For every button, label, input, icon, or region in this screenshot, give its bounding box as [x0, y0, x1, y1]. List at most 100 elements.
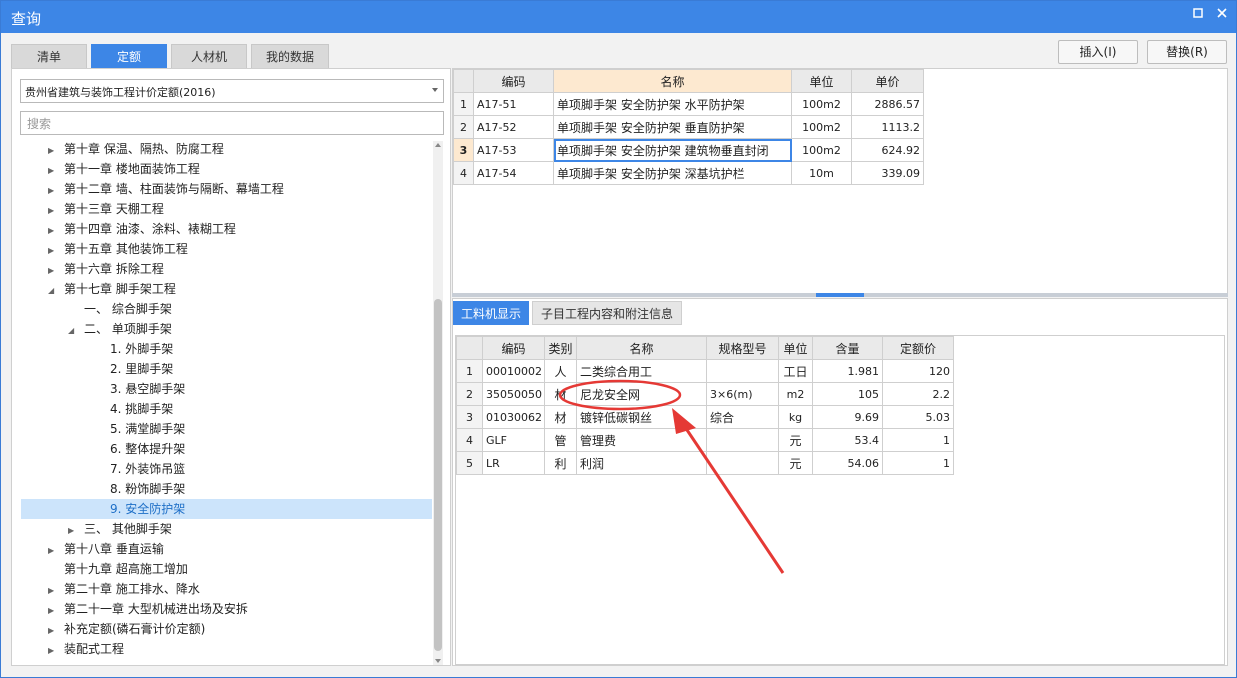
tree-node[interactable]: ▶ 第十章 保温、隔热、防腐工程: [48, 139, 224, 159]
collapse-arrow-icon[interactable]: ◢: [48, 281, 58, 301]
material-name[interactable]: 利润: [576, 451, 707, 475]
splitter-grip-icon[interactable]: [816, 293, 864, 297]
scroll-down-icon[interactable]: [435, 659, 441, 663]
quota-price[interactable]: 339.09: [851, 161, 924, 185]
tree-node[interactable]: ▶ 第十一章 楼地面装饰工程: [48, 159, 200, 179]
material-spec[interactable]: 3×6(m): [706, 382, 779, 406]
table-row[interactable]: 1 00010002 人 二类综合用工 工日 1.981 120: [456, 359, 954, 383]
material-type[interactable]: 人: [544, 359, 577, 383]
tree-node[interactable]: ◢ 第十七章 脚手架工程: [48, 279, 176, 299]
material-code[interactable]: 01030062: [482, 405, 545, 429]
quota-name[interactable]: 单项脚手架 安全防护架 垂直防护架: [553, 115, 792, 139]
expand-arrow-icon[interactable]: ▶: [48, 641, 58, 661]
material-qty[interactable]: 9.69: [812, 405, 883, 429]
column-header[interactable]: 规格型号: [706, 336, 779, 360]
tree-node[interactable]: ◢ 二、 单项脚手架: [68, 319, 172, 339]
tree-node[interactable]: 一、 综合脚手架: [68, 299, 172, 319]
expand-arrow-icon[interactable]: ▶: [48, 201, 58, 221]
quota-unit[interactable]: 100m2: [791, 115, 852, 139]
search-box[interactable]: [20, 111, 444, 135]
quota-price[interactable]: 2886.57: [851, 92, 924, 116]
material-type[interactable]: 管: [544, 428, 577, 452]
tab-qingdan[interactable]: 清单: [11, 44, 87, 68]
material-spec[interactable]: [706, 359, 779, 383]
table-row[interactable]: 2 A17-52 单项脚手架 安全防护架 垂直防护架 100m2 1113.2: [453, 115, 924, 139]
column-header[interactable]: 类别: [544, 336, 577, 360]
tree-node[interactable]: 1. 外脚手架: [88, 339, 173, 359]
column-header[interactable]: 单位: [791, 69, 852, 93]
column-header[interactable]: 定额价: [882, 336, 954, 360]
tree-scrollbar[interactable]: [433, 141, 443, 665]
insert-button[interactable]: 插入(I): [1058, 40, 1138, 64]
material-price[interactable]: 2.2: [882, 382, 954, 406]
tree-node[interactable]: ▶ 第二十一章 大型机械进出场及安拆: [48, 599, 248, 619]
expand-arrow-icon[interactable]: ▶: [48, 181, 58, 201]
expand-arrow-icon[interactable]: ▶: [48, 221, 58, 241]
quota-code[interactable]: A17-53: [473, 138, 554, 162]
material-qty[interactable]: 54.06: [812, 451, 883, 475]
expand-arrow-icon[interactable]: ▶: [48, 261, 58, 281]
table-row[interactable]: 5 LR 利 利润 元 54.06 1: [456, 451, 954, 475]
material-code[interactable]: LR: [482, 451, 545, 475]
table-row[interactable]: 4 A17-54 单项脚手架 安全防护架 深基坑护栏 10m 339.09: [453, 161, 924, 185]
material-name[interactable]: 镀锌低碳钢丝: [576, 405, 707, 429]
tree-node[interactable]: 9. 安全防护架: [21, 499, 432, 519]
collapse-arrow-icon[interactable]: ◢: [68, 321, 78, 341]
tree-node[interactable]: 6. 整体提升架: [88, 439, 185, 459]
material-name[interactable]: 尼龙安全网: [576, 382, 707, 406]
table-row[interactable]: 2 35050050 材 尼龙安全网 3×6(m) m2 105 2.2: [456, 382, 954, 406]
scrollbar-thumb[interactable]: [434, 299, 442, 651]
table-row[interactable]: 3 01030062 材 镀锌低碳钢丝 综合 kg 9.69 5.03: [456, 405, 954, 429]
material-price[interactable]: 1: [882, 451, 954, 475]
tree-node[interactable]: 3. 悬空脚手架: [88, 379, 185, 399]
tab-rencaiji[interactable]: 人材机: [171, 44, 247, 68]
quota-unit[interactable]: 10m: [791, 161, 852, 185]
material-spec[interactable]: [706, 451, 779, 475]
material-name[interactable]: 二类综合用工: [576, 359, 707, 383]
scroll-up-icon[interactable]: [435, 143, 441, 147]
quota-name[interactable]: 单项脚手架 安全防护架 水平防护架: [553, 92, 792, 116]
tree-node[interactable]: 5. 满堂脚手架: [88, 419, 185, 439]
tree-node[interactable]: ▶ 装配式工程: [48, 639, 124, 659]
tree-node[interactable]: ▶ 第二十章 施工排水、降水: [48, 579, 200, 599]
expand-arrow-icon[interactable]: ▶: [48, 601, 58, 621]
material-unit[interactable]: 元: [778, 428, 813, 452]
material-unit[interactable]: kg: [778, 405, 813, 429]
material-type[interactable]: 材: [544, 382, 577, 406]
quota-code[interactable]: A17-54: [473, 161, 554, 185]
tree-node[interactable]: ▶ 三、 其他脚手架: [68, 519, 172, 539]
column-header[interactable]: 名称: [576, 336, 707, 360]
material-unit[interactable]: 工日: [778, 359, 813, 383]
tree-node[interactable]: 8. 粉饰脚手架: [88, 479, 185, 499]
tab-work-content[interactable]: 子目工程内容和附注信息: [532, 301, 682, 325]
quota-price[interactable]: 624.92: [851, 138, 924, 162]
material-qty[interactable]: 1.981: [812, 359, 883, 383]
column-header[interactable]: 单位: [778, 336, 813, 360]
table-row[interactable]: 1 A17-51 单项脚手架 安全防护架 水平防护架 100m2 2886.57: [453, 92, 924, 116]
table-row[interactable]: 4 GLF 管 管理费 元 53.4 1: [456, 428, 954, 452]
material-unit[interactable]: 元: [778, 451, 813, 475]
material-code[interactable]: GLF: [482, 428, 545, 452]
material-price[interactable]: 5.03: [882, 405, 954, 429]
material-price[interactable]: 1: [882, 428, 954, 452]
panel-splitter[interactable]: [452, 293, 1228, 297]
column-header[interactable]: 名称: [553, 69, 792, 93]
library-select[interactable]: 贵州省建筑与装饰工程计价定额(2016): [20, 79, 444, 103]
replace-button[interactable]: 替换(R): [1147, 40, 1227, 64]
quota-unit[interactable]: 100m2: [791, 138, 852, 162]
tree-node[interactable]: ▶ 第十六章 拆除工程: [48, 259, 164, 279]
tree-node[interactable]: ▶ 第十八章 垂直运输: [48, 539, 164, 559]
expand-arrow-icon[interactable]: ▶: [48, 621, 58, 641]
title-bar[interactable]: 查询: [1, 1, 1236, 33]
column-header[interactable]: 含量: [812, 336, 883, 360]
expand-arrow-icon[interactable]: ▶: [48, 141, 58, 161]
tree-node[interactable]: 2. 里脚手架: [88, 359, 173, 379]
tree-node[interactable]: ▶ 第十四章 油漆、涂料、裱糊工程: [48, 219, 236, 239]
expand-arrow-icon[interactable]: ▶: [48, 241, 58, 261]
material-name[interactable]: 管理费: [576, 428, 707, 452]
quota-name[interactable]: 单项脚手架 安全防护架 建筑物垂直封闭: [553, 138, 792, 162]
material-spec[interactable]: 综合: [706, 405, 779, 429]
expand-arrow-icon[interactable]: ▶: [48, 541, 58, 561]
material-type[interactable]: 材: [544, 405, 577, 429]
material-qty[interactable]: 105: [812, 382, 883, 406]
